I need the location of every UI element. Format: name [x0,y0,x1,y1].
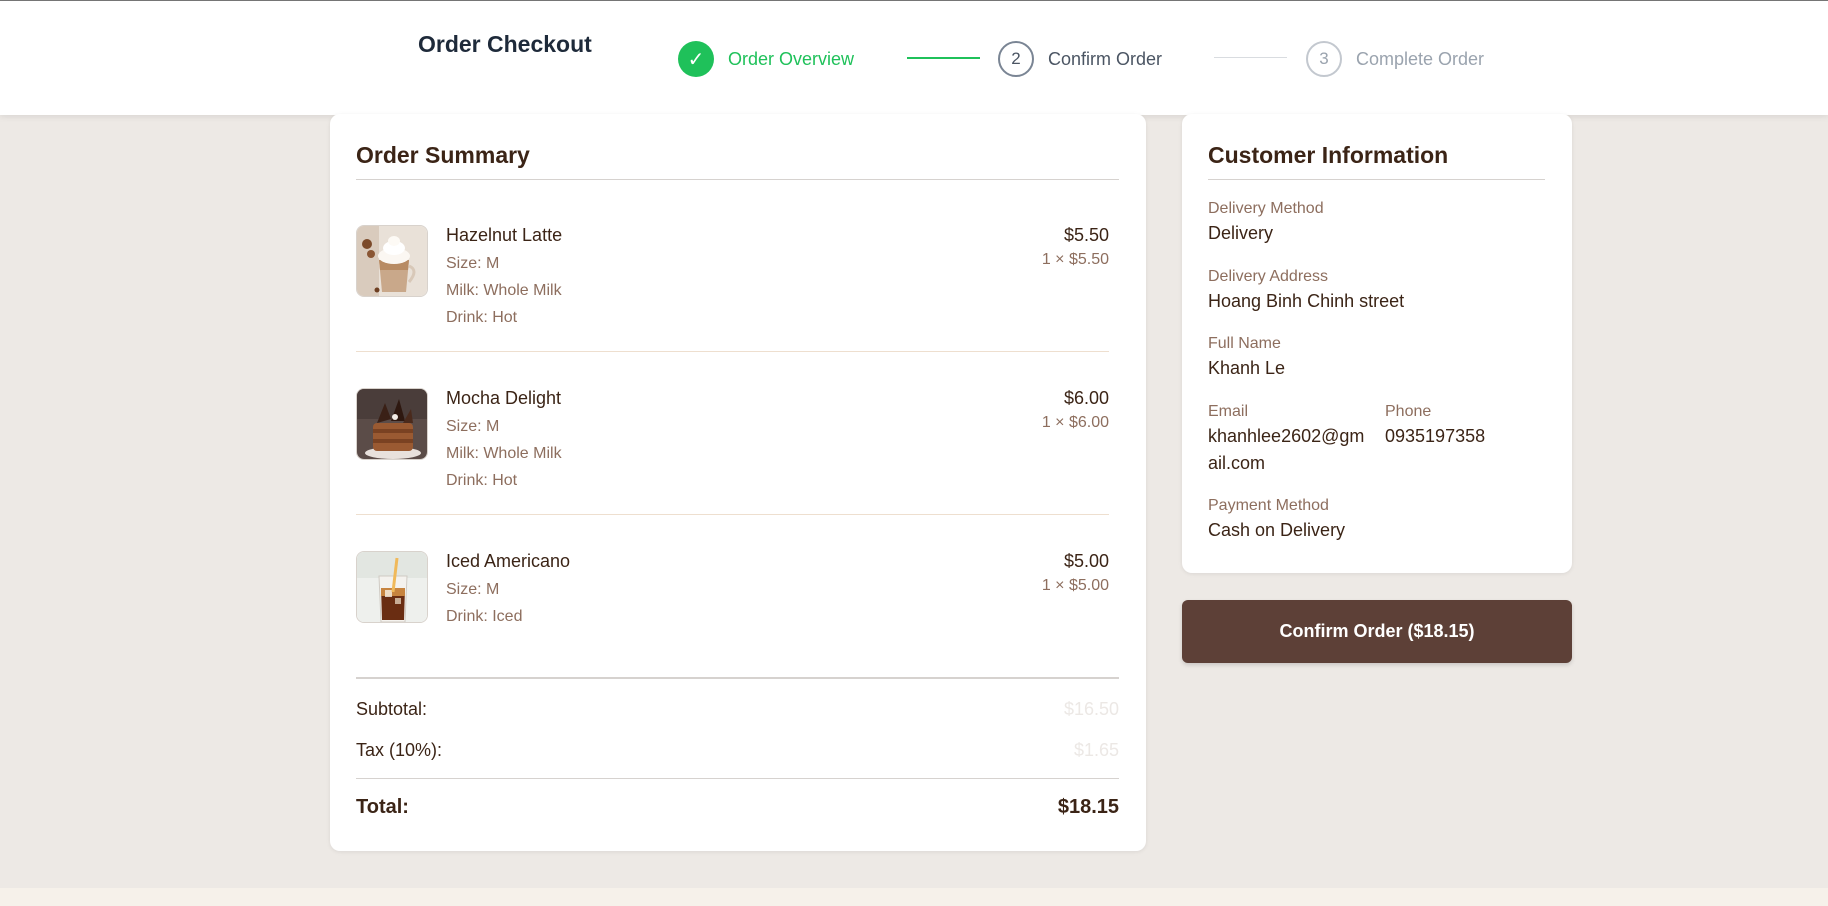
step-number: 2 [998,41,1034,77]
item-quantity: 1 × $5.50 [1041,251,1109,268]
item-name: Hazelnut Latte [446,225,563,245]
item-price: $6.00 [1063,388,1109,408]
step-label: Confirm Order [1048,48,1163,69]
delivery-method-label: Delivery Method [1208,200,1324,217]
confirm-order-button[interactable]: Confirm Order ($18.15) [1182,600,1572,663]
tax-value: $1.65 [1073,740,1119,760]
customer-information-card: Customer Information Delivery Method Del… [1182,114,1572,573]
phone-label: Phone [1385,403,1432,420]
order-summary-title: Order Summary [356,142,530,168]
item-quantity: 1 × $6.00 [1041,414,1109,431]
step-label: Order Overview [728,48,855,69]
item-option: Size: M [446,255,500,272]
page-title: Order Checkout [418,31,592,57]
subtotal-label: Subtotal: [356,699,428,719]
divider [356,514,1109,515]
item-option: Drink: Hot [446,472,518,489]
item-option: Size: M [446,581,500,598]
email-label: Email [1208,403,1249,420]
check-icon: ✓ [678,41,714,77]
mocha-delight-image [356,388,428,460]
iced-americano-image [356,551,428,623]
step-confirm-order: 2 Confirm Order [998,41,1162,77]
footer [0,888,1828,906]
item-price: $5.50 [1063,225,1109,245]
customer-information-title: Customer Information [1208,142,1449,168]
payment-method-label: Payment Method [1208,497,1329,514]
delivery-address-label: Delivery Address [1208,268,1329,285]
checkout-header: Order Checkout ✓ Order Overview 2 Confir… [0,1,1828,115]
full-name-value: Khanh Le [1208,358,1286,378]
total-label: Total: [356,796,409,818]
subtotal-value: $16.50 [1063,699,1119,719]
divider [356,351,1109,352]
delivery-method-value: Delivery [1208,223,1274,243]
divider [1208,179,1545,180]
full-name-label: Full Name [1208,335,1281,352]
item-name: Iced Americano [446,551,571,571]
payment-method-value: Cash on Delivery [1208,520,1346,540]
item-quantity: 1 × $5.00 [1041,577,1109,594]
divider [356,179,1119,180]
email-value-line2: ail.com [1208,453,1266,473]
step-order-overview: ✓ Order Overview [678,41,854,77]
total-value: $18.15 [1057,796,1119,818]
divider [356,778,1119,779]
order-summary-card: Order Summary Hazelnut Latte Size: M Mil… [330,114,1146,851]
item-option: Drink: Iced [446,608,523,625]
step-complete-order: 3 Complete Order [1306,41,1484,77]
email-value-line1: khanhlee2602@gm [1208,426,1365,446]
order-item: Hazelnut Latte Size: M Milk: Whole Milk … [356,225,1109,365]
item-price: $5.00 [1063,551,1109,571]
hazelnut-latte-image [356,225,428,297]
divider [356,677,1119,679]
tax-label: Tax (10%): [356,740,443,760]
order-item: Mocha Delight Size: M Milk: Whole Milk D… [356,388,1109,528]
item-option: Milk: Whole Milk [446,282,562,299]
item-option: Milk: Whole Milk [446,445,562,462]
order-item: Iced Americano Size: M Drink: Iced $5.00… [356,551,1109,691]
delivery-address-value: Hoang Binh Chinh street [1208,291,1405,311]
item-option: Size: M [446,418,500,435]
step-connector-completed [907,57,980,59]
step-label: Complete Order [1356,48,1485,69]
step-connector-pending [1214,57,1287,58]
step-number: 3 [1306,41,1342,77]
phone-value: 0935197358 [1385,426,1486,446]
item-name: Mocha Delight [446,388,562,408]
item-option: Drink: Hot [446,309,518,326]
